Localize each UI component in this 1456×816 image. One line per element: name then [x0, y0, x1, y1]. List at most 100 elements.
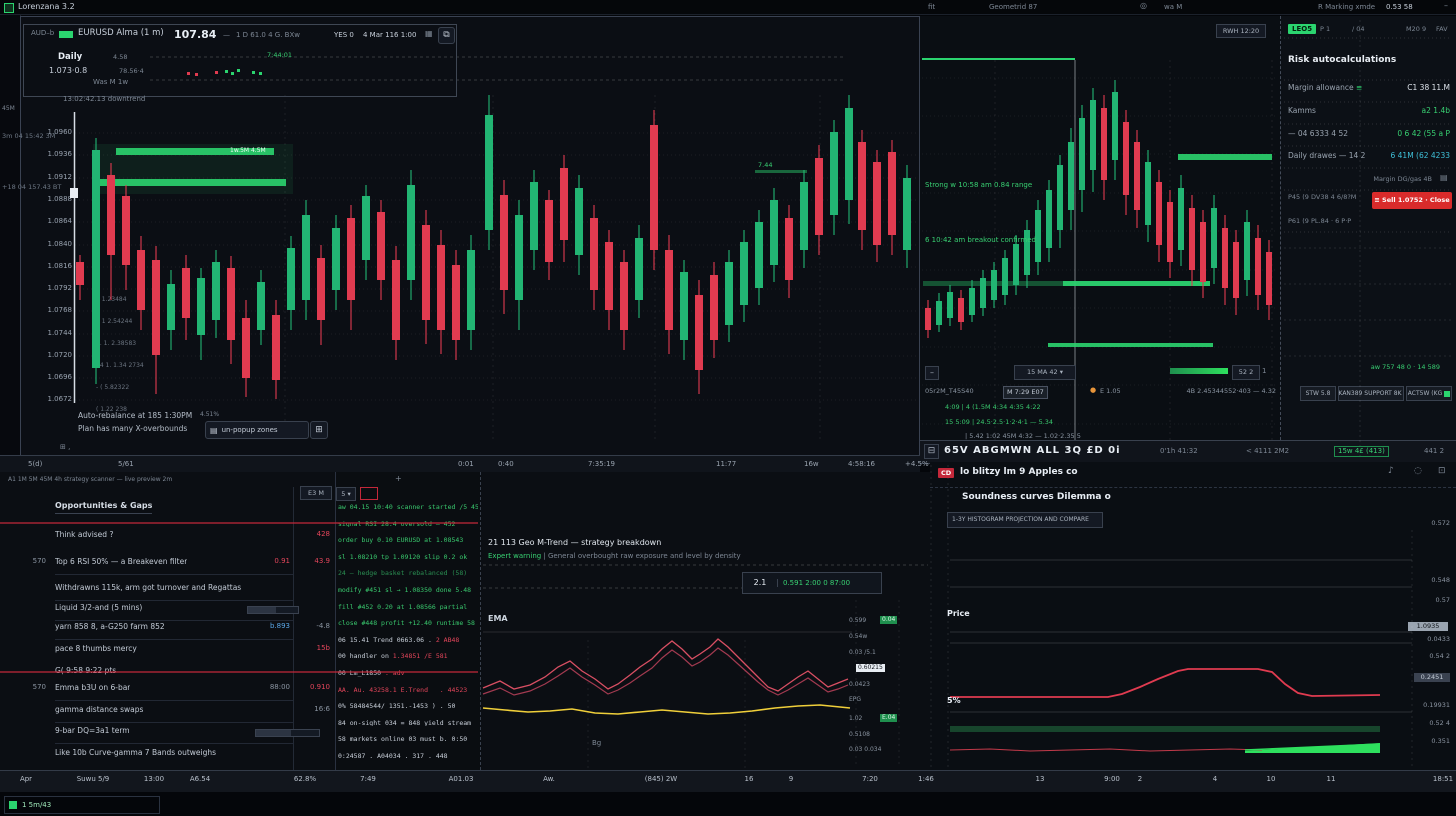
status-chip[interactable]: 1 5m/43 — [4, 796, 160, 814]
order-m-label: M20 9 — [1406, 26, 1426, 33]
rail-label: 45M — [2, 106, 15, 112]
header-stat-3: 15w 4£ (413) — [1334, 446, 1389, 457]
bottom-panel-title: 65V ABGMWN ALL 3Q £D 0i — [944, 446, 1121, 456]
footer-note-2: Plan has many X-overbounds — [78, 425, 187, 433]
progress-bar-green — [1170, 368, 1228, 374]
marking-mode-label[interactable]: R Marking xmde — [1318, 4, 1375, 11]
titlebar-value: 0.53 58 — [1386, 4, 1413, 11]
order-p-label: P 1 — [1320, 26, 1330, 33]
band-label: 1w.5M 4.5M — [230, 148, 266, 154]
ma-selector[interactable]: 15 MA 42 ▾ — [1014, 365, 1076, 380]
axis-corner-icon[interactable]: ⊞ , — [60, 444, 70, 451]
unpopup-button[interactable]: ▤ un-popup zones — [205, 421, 309, 439]
one-label: 1 — [1262, 368, 1266, 375]
grid-mode-button[interactable]: ⊞ — [310, 421, 328, 439]
titlebar: Lorenzana 3.2 fit Geometrid 87 ◎ wa M R … — [0, 0, 1456, 15]
toolbar-dash: — — [223, 32, 230, 39]
toolbar-meta[interactable]: 1 D 61.0 4 G. BXw — [236, 32, 300, 39]
grid-icon[interactable]: ⊡ — [1438, 467, 1446, 476]
eye-icon[interactable]: ◎ — [1140, 2, 1147, 10]
level-label: 7.44 — [758, 162, 772, 169]
menu-item-wam[interactable]: wa M — [1164, 4, 1182, 11]
indicator-warning: Expert warning — [488, 552, 541, 560]
indicator-subtitle: Expert warning | General overbought raw … — [488, 553, 741, 560]
menu-item-fit[interactable]: fit — [928, 4, 935, 11]
order-fav-label[interactable]: FAV — [1436, 26, 1448, 33]
indicator-subtitle-rest: | General overbought raw exposure and le… — [541, 552, 741, 560]
status-dot-icon — [9, 801, 17, 809]
footer-note-1: Auto-rebalance at 185 1:30PM — [78, 412, 192, 420]
ticker-label: AUD–b — [31, 30, 54, 37]
info-price-sub: 78.56·4 — [119, 68, 144, 75]
order-green-note: aw 757 48 0 · 14 589 — [1300, 364, 1440, 371]
info-session: 13:02:42.13 downtrend — [63, 96, 145, 103]
sell-caption-2: P61 (9 PL.84 · 6 P·P — [1288, 218, 1351, 225]
collapse-button[interactable]: – — [925, 366, 939, 380]
chart-note-2: 6 10:42 am breakout confirmed — [925, 237, 1036, 244]
position-badge: LEO5 — [1288, 24, 1316, 34]
unpopup-icon: ▤ — [210, 426, 218, 435]
table-header-note: A1 1M 5M 45M 4h strategy scanner — live … — [8, 477, 172, 483]
info-timeframe[interactable]: Daily — [58, 53, 82, 62]
trading-terminal: Lorenzana 3.2 fit Geometrid 87 ◎ wa M R … — [0, 0, 1456, 816]
status-text: 1 5m/43 — [22, 802, 51, 809]
panel-menu-icon: ⊟ — [928, 446, 936, 456]
corner-stat-label: RWH 12:20 — [1223, 27, 1259, 35]
pct-series-label: 5% — [947, 697, 961, 705]
sell-button[interactable]: ≡ Sell 1.0752 · Close — [1372, 192, 1452, 209]
minimize-button[interactable]: – — [1444, 2, 1448, 10]
count-label: 52 2 — [1239, 368, 1253, 376]
popout-button[interactable]: ⧉ — [438, 27, 455, 44]
doc-icon[interactable]: ▤ — [1440, 174, 1448, 182]
toolbar-date[interactable]: 4 Mar 116 1:00 — [363, 32, 416, 39]
console-tab-experts[interactable]: E3 M — [300, 486, 332, 500]
info-range: Was M 1w — [93, 79, 128, 86]
console-tab-filter[interactable]: 5 ▾ — [336, 487, 356, 501]
order-panel-title: Risk autocalculations — [1288, 56, 1396, 65]
order-slash-label: / 04 — [1352, 26, 1365, 33]
header-stat-1: 0'1h 41:32 — [1160, 448, 1198, 455]
header-stat-2: < 4111 2M2 — [1246, 448, 1289, 455]
unpopup-label: un-popup zones — [222, 427, 278, 434]
indicator-title: 21 113 Geo M-Trend — strategy breakdown — [488, 539, 661, 547]
sell-button-label: ≡ Sell 1.0752 · Close — [1374, 197, 1449, 204]
charts-layer — [0, 0, 1456, 816]
indicator-stat-box: 2.1 0.591 2:00 0 87:00 — [742, 572, 882, 594]
chart-note-1: Strong w 10:58 am 0.84 range — [925, 182, 1032, 189]
symbol-badge-icon — [59, 31, 73, 38]
panel-menu-button[interactable]: ⊟ — [924, 444, 939, 459]
detail-tab[interactable]: 1-3Y HISTOGRAM PROJECTION AND COMPARE — [947, 512, 1103, 528]
symbol-name[interactable]: EURUSD Alma (1 m) — [78, 29, 164, 38]
main-chart-header: AUD–b EURUSD Alma (1 m) 107.84 — 1 D 61.… — [23, 24, 457, 97]
indicator-stat-right: 0.591 2:00 0 87:00 — [778, 580, 850, 587]
console-tab-experts-label: E3 M — [308, 489, 324, 497]
console-tab-filter-label: 5 ▾ — [341, 490, 350, 498]
collapse-icon: – — [930, 368, 934, 377]
taskbar: 1 5m/43 — [0, 792, 1456, 816]
spark-label: 7:44:01 — [267, 52, 292, 59]
info-timeframe-sub: 4.58 — [113, 54, 127, 61]
app-icon — [4, 3, 14, 13]
bell-icon[interactable]: ♪ — [1388, 467, 1394, 476]
corner-stat-box: RWH 12:20 — [1216, 24, 1266, 38]
order-note: Margin DG/gas 4B — [1288, 176, 1432, 183]
window-title: Lorenzana 3.2 — [18, 3, 75, 11]
menu-item-geometrid[interactable]: Geometrid 87 — [989, 4, 1037, 11]
ema-label: EMA — [488, 615, 508, 623]
avg-label: Bg — [592, 740, 601, 747]
table-section-title: Opportunities & Gaps — [55, 502, 152, 514]
table-add-button[interactable]: + — [395, 475, 402, 483]
indicator-stat-left: 2.1 — [743, 579, 778, 587]
count-box[interactable]: 52 2 — [1232, 365, 1260, 380]
ma-selector-label: 15 MA 42 ▾ — [1027, 368, 1063, 376]
price-series-label: Price — [947, 610, 970, 618]
footer-small: 4.51% — [200, 412, 219, 418]
calendar-icon[interactable]: ▦ — [425, 30, 433, 38]
detail-badge: CD — [938, 468, 954, 478]
toolbar-yes[interactable]: YES 0 — [334, 32, 354, 39]
circle-icon[interactable]: ◌ — [1414, 467, 1422, 476]
detail-tab-label: 1-3Y HISTOGRAM PROJECTION AND COMPARE — [952, 516, 1089, 523]
detail-subtitle: Soundness curves Dilemma o — [962, 493, 1111, 502]
header-stat-4: 441 2 — [1424, 448, 1444, 455]
console-tab-alert[interactable] — [360, 487, 378, 500]
